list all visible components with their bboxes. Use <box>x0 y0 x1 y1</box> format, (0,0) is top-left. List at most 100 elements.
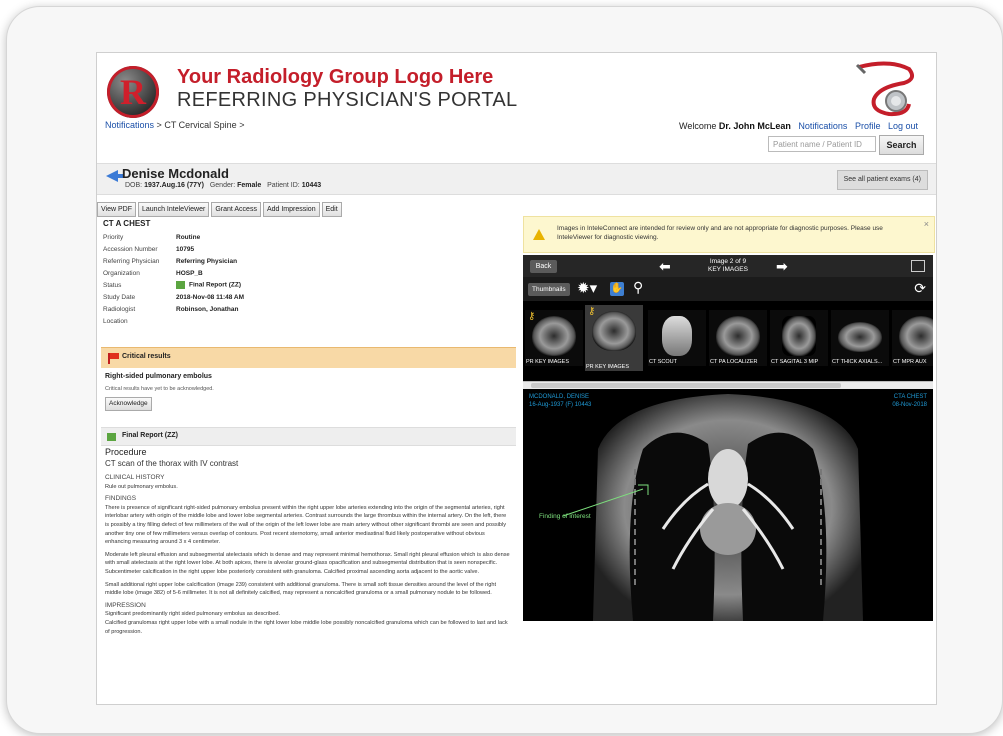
series-name: KEY IMAGES <box>708 266 748 273</box>
procedure-label: Procedure <box>105 447 147 457</box>
gender-label: Gender: <box>209 182 236 189</box>
thumbnail-selected[interactable]: ⚷ PR KEY IMAGES <box>585 305 643 371</box>
launch-inteleviewer-button[interactable]: Launch InteleViewer <box>138 202 210 217</box>
procedure-text: CT scan of the thorax with IV contrast <box>105 459 239 468</box>
thumbnail-image <box>532 316 576 356</box>
thumbnail-image <box>899 316 933 356</box>
dob-label: DOB: <box>125 182 143 189</box>
breadcrumb-notifications[interactable]: Notifications <box>105 120 154 130</box>
findings-paragraph: Moderate left pleural effusion and subse… <box>105 551 510 575</box>
thumbnails-button[interactable]: Thumbnails <box>528 283 570 296</box>
logo-icon: R <box>107 66 159 118</box>
notifications-link[interactable]: Notifications <box>798 121 847 131</box>
findings-paragraph: Small additional right upper lobe calcif… <box>105 581 497 597</box>
add-impression-button[interactable]: Add Impression <box>262 202 320 217</box>
detail-row: Accession Number 10795 <box>103 243 244 255</box>
impression-line: Calcified granulomas right upper lobe wi… <box>105 619 508 635</box>
findings-label: FINDINGS <box>105 495 137 503</box>
detail-key: Study Date <box>103 293 136 301</box>
ct-coronal-image <box>523 389 933 621</box>
overlay-patient: MCDONALD, DENISE 16-Aug-1937 (F) 10443 <box>529 393 591 409</box>
window-level-icon[interactable]: ✹▾ <box>577 279 597 297</box>
edit-button[interactable]: Edit <box>321 202 342 217</box>
patient-id-value: 10443 <box>301 182 322 189</box>
header: R Your Radiology Group Logo Here REFERRI… <box>97 53 936 165</box>
detail-key: Organization <box>103 269 140 277</box>
patient-search-input[interactable]: Patient name / Patient ID <box>768 136 876 152</box>
pan-hand-icon[interactable]: ✋ <box>610 282 624 296</box>
logo-subtitle: REFERRING PHYSICIAN'S PORTAL <box>177 89 518 111</box>
thumbnail-image <box>592 311 636 351</box>
zoom-magnifier-icon[interactable]: ⚲ <box>633 279 643 296</box>
thumbnail-image <box>662 316 692 356</box>
critical-note: Critical results have yet to be acknowle… <box>105 386 214 392</box>
flag-icon <box>108 353 119 364</box>
thumbnail[interactable]: CT PA LOCALIZER <box>709 310 767 366</box>
logo-title: Your Radiology Group Logo Here <box>177 66 494 88</box>
history-label: CLINICAL HISTORY <box>105 474 165 481</box>
detail-key: Location <box>103 317 128 325</box>
fullscreen-icon[interactable] <box>911 260 925 272</box>
report-icon <box>107 433 116 441</box>
main-image[interactable]: MCDONALD, DENISE 16-Aug-1937 (F) 10443 C… <box>523 389 933 621</box>
detail-value: Final Report (ZZ) <box>176 279 244 291</box>
profile-link[interactable]: Profile <box>855 121 881 131</box>
detail-key: Priority <box>103 233 124 241</box>
view-pdf-button[interactable]: View PDF <box>97 202 136 217</box>
logo-letter: R <box>120 72 146 112</box>
back-arrow-icon[interactable] <box>106 170 124 182</box>
finding-annotation: Finding of interest <box>539 513 591 520</box>
detail-key: Accession Number <box>103 245 158 253</box>
detail-row: Radiologist Robinson, Jonathan <box>103 303 244 315</box>
previous-image-icon[interactable]: ⬅ <box>659 259 671 275</box>
overlay-patient-name: MCDONALD, DENISE <box>529 394 590 400</box>
report-text: Procedure CT scan of the thorax with IV … <box>105 447 510 636</box>
viewer-back-button[interactable]: Back <box>530 260 557 273</box>
detail-row: Priority Routine <box>103 231 244 243</box>
thumbnail[interactable]: CT MPR AUX <box>892 310 933 366</box>
thumbnail-image <box>838 322 882 352</box>
breadcrumb-current[interactable]: CT Cervical Spine <box>164 120 236 130</box>
see-all-exams-button[interactable]: See all patient exams (4) <box>836 170 928 190</box>
detail-row: Study Date 2018-Nov-08 11:48 AM <box>103 291 244 303</box>
thumbnail-caption: CT SCOUT <box>649 359 678 365</box>
diagnostic-notice: Images in InteleConnect are intended for… <box>523 216 935 253</box>
stethoscope-icon <box>855 61 915 117</box>
logout-link[interactable]: Log out <box>888 121 918 131</box>
search-button[interactable]: Search <box>879 135 924 155</box>
detail-value: Routine <box>176 233 201 241</box>
tablet-frame: R Your Radiology Group Logo Here REFERRI… <box>6 6 1003 734</box>
detail-value: HOSP_B <box>176 269 203 277</box>
reset-icon[interactable]: ⟳ <box>914 280 926 297</box>
detail-key: Radiologist <box>103 305 136 313</box>
detail-value <box>176 315 244 327</box>
user-bar: Welcome Dr. John McLean Notifications Pr… <box>679 121 918 131</box>
overlay-study-date: 08-Nov-2018 <box>892 402 927 408</box>
thumbnail-scrollbar[interactable] <box>523 381 933 389</box>
final-report-header: Final Report (ZZ) <box>101 427 516 446</box>
detail-value: 10795 <box>176 245 195 253</box>
final-report-title: Final Report (ZZ) <box>122 432 178 439</box>
thumbnail-caption: CT THICK AXIALS... <box>832 359 883 365</box>
thumbnail[interactable]: CT SCOUT <box>648 310 706 366</box>
next-image-icon[interactable]: ➡ <box>776 259 788 275</box>
breadcrumb: Notifications > CT Cervical Spine > <box>105 120 244 130</box>
key-image-icon: ⚷ <box>528 311 536 322</box>
key-image-icon: ⚷ <box>588 306 596 317</box>
close-icon[interactable]: × <box>924 219 929 229</box>
critical-results-body: Right-sided pulmonary embolus Critical r… <box>105 373 505 411</box>
thumbnail[interactable]: ⚷ PR KEY IMAGES <box>525 310 583 366</box>
detail-row: Location <box>103 315 244 327</box>
grant-access-button[interactable]: Grant Access <box>211 202 261 217</box>
acknowledge-button[interactable]: Acknowledge <box>105 397 152 411</box>
thumbnail[interactable]: CT SAGITAL 3 MIP <box>770 310 828 366</box>
viewer-header: Back ⬅ Image 2 of 9 KEY IMAGES ➡ <box>523 255 933 277</box>
viewer-tools: Thumbnails ✹▾ ✋ ⚲ ⟳ <box>523 277 933 301</box>
thumbnail[interactable]: CT THICK AXIALS... <box>831 310 889 366</box>
detail-value: 2018-Nov-08 11:48 AM <box>176 293 245 301</box>
detail-row: Status Final Report (ZZ) <box>103 279 244 291</box>
scrollbar-thumb[interactable] <box>531 383 841 388</box>
thumbnail-caption: PR KEY IMAGES <box>586 364 629 370</box>
thumbnail-image <box>716 316 760 356</box>
study-details: Priority Routine Accession Number 10795 Re… <box>103 231 244 327</box>
